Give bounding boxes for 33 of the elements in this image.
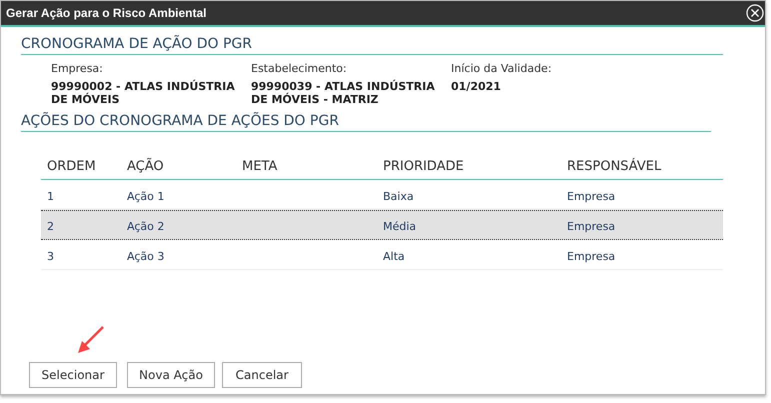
column-header[interactable]: PRIORIDADE (383, 159, 464, 174)
dialog-button[interactable]: Nova Ação (127, 362, 215, 388)
field-value: 99990039 - ATLAS INDÚSTRIA DE MÓVEIS - MATRIZ (251, 80, 436, 106)
window-title: Gerar Ação para o Risco Ambiental (6, 5, 207, 22)
arrow-icon (75, 325, 105, 355)
column-header[interactable]: META (242, 159, 278, 174)
column-header[interactable]: ORDEM (47, 159, 96, 174)
field-label: Início da Validade: (451, 61, 553, 77)
table-row[interactable]: 3 Ação 3 Alta Empresa (41, 240, 723, 270)
table-cell: Empresa (567, 190, 616, 202)
table-cell: Média (383, 220, 416, 233)
table-cell: Ação 2 (127, 220, 164, 233)
field-value: 01/2021 (451, 80, 502, 93)
table-cell: Ação 3 (127, 250, 164, 262)
field-label: Empresa: (51, 61, 104, 77)
table-cell: 1 (47, 190, 54, 202)
field-value: 99990002 - ATLAS INDÚSTRIA DE MÓVEIS (51, 80, 236, 106)
table-cell: 2 (47, 220, 54, 233)
table-cell: Ação 1 (127, 190, 164, 202)
dialog-button[interactable]: Cancelar (222, 362, 302, 388)
column-header[interactable]: RESPONSÁVEL (567, 159, 662, 174)
section-header: AÇÕES DO CRONOGRAMA DE AÇÕES DO PGR (21, 111, 711, 132)
table-cell: Empresa (567, 250, 616, 262)
close-icon[interactable] (746, 4, 764, 22)
dialog-button[interactable]: Selecionar (29, 362, 117, 388)
table-row[interactable]: 2 Ação 2 Média Empresa (41, 210, 723, 240)
section-header: CRONOGRAMA DE AÇÃO DO PGR (21, 34, 723, 55)
table-cell: 3 (47, 250, 54, 262)
table-cell: Baixa (383, 190, 414, 202)
table-cell: Empresa (567, 220, 616, 233)
table-cell: Alta (383, 250, 405, 262)
field-label: Estabelecimento: (251, 61, 348, 77)
column-header[interactable]: AÇÃO (127, 159, 164, 174)
